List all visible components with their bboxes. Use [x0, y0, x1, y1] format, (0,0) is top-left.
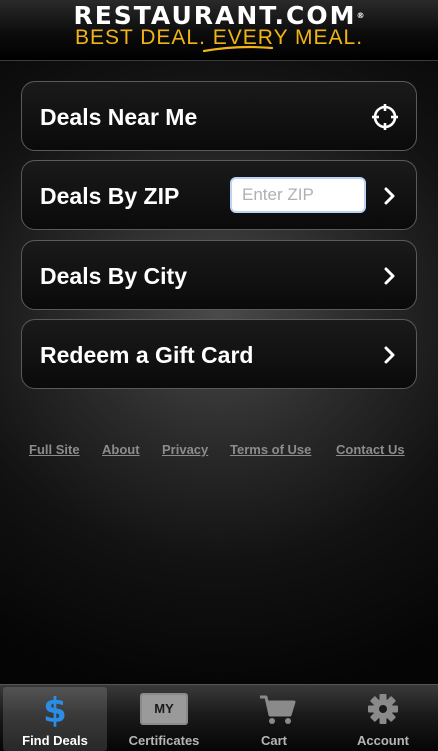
about-link[interactable]: About — [102, 442, 140, 457]
tab-cart[interactable]: Cart — [222, 687, 326, 751]
tab-bar: $ Find Deals MY Certificates Cart Accoun… — [0, 684, 438, 751]
tab-account[interactable]: Account — [331, 687, 435, 751]
svg-text:$: $ — [43, 691, 67, 727]
footer-links: Full Site About Privacy Terms of Use Con… — [0, 442, 438, 462]
deals-by-zip-button[interactable]: Deals By ZIP — [21, 160, 417, 230]
location-target-icon — [372, 104, 398, 130]
full-site-link[interactable]: Full Site — [29, 442, 80, 457]
deals-by-zip-label: Deals By ZIP — [40, 183, 180, 209]
contact-us-link[interactable]: Contact Us — [336, 442, 405, 457]
registered-mark: ® — [356, 11, 365, 20]
app-header: RESTAURANT.COM® BEST DEAL. EVERY MEAL. — [0, 0, 438, 61]
chevron-right-icon — [384, 346, 395, 364]
certificates-icon-text: MY — [154, 701, 174, 716]
terms-of-use-link[interactable]: Terms of Use — [230, 442, 311, 457]
dollar-icon: $ — [43, 691, 67, 727]
privacy-link[interactable]: Privacy — [162, 442, 208, 457]
cart-icon — [260, 695, 296, 724]
tab-certificates[interactable]: MY Certificates — [112, 687, 216, 751]
chevron-right-icon — [384, 187, 395, 205]
redeem-gift-card-label: Redeem a Gift Card — [40, 342, 254, 368]
tab-find-deals-label: Find Deals — [22, 733, 88, 748]
deals-by-city-label: Deals By City — [40, 263, 188, 289]
redeem-gift-card-button[interactable]: Redeem a Gift Card — [21, 319, 417, 389]
zip-input[interactable] — [230, 177, 366, 213]
tab-find-deals[interactable]: $ Find Deals — [3, 687, 107, 751]
chevron-right-icon — [384, 267, 395, 285]
logo-swoosh-icon — [202, 45, 274, 53]
tab-certificates-label: Certificates — [128, 733, 200, 748]
tab-account-label: Account — [357, 733, 409, 748]
gear-icon — [368, 694, 398, 724]
deals-near-me-button[interactable]: Deals Near Me — [21, 81, 417, 151]
deals-by-city-button[interactable]: Deals By City — [21, 240, 417, 310]
deals-near-me-label: Deals Near Me — [40, 104, 198, 130]
tab-cart-label: Cart — [260, 733, 287, 748]
